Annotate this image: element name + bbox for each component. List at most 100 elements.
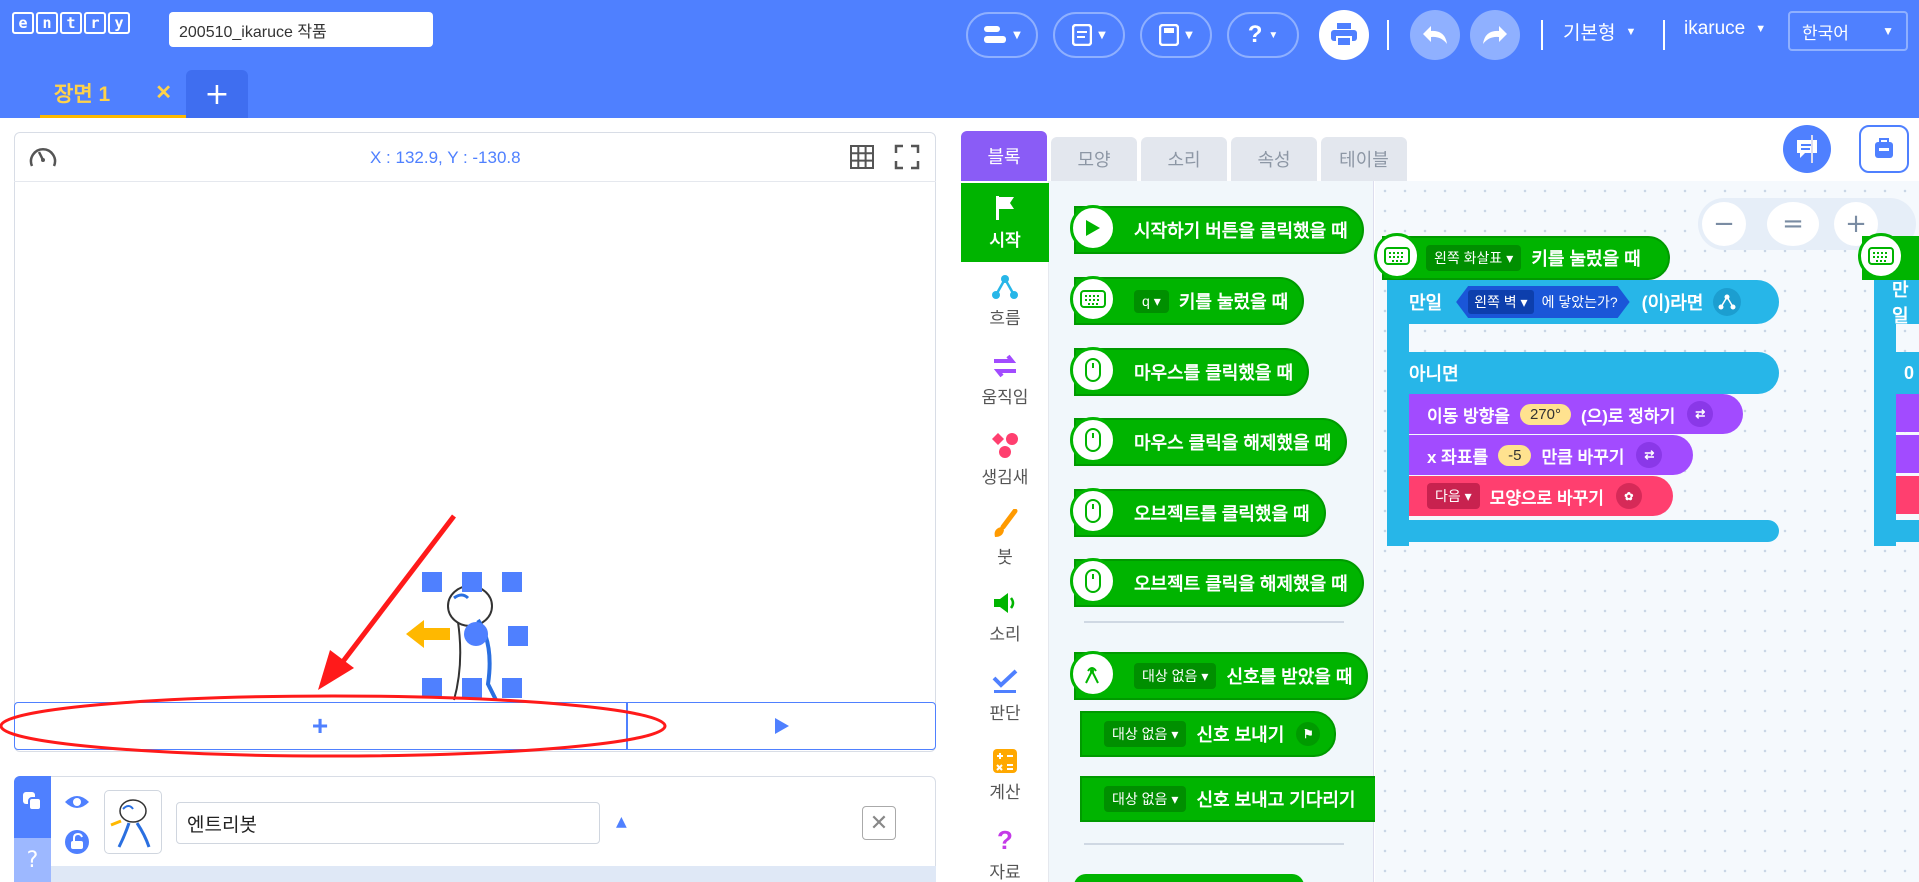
if-else-block[interactable]: 만일 왼쪽 벽 ▾ 에 닿았는가? (이)라면	[1387, 280, 1779, 324]
block-text: 신호 보내고 기다리기	[1196, 790, 1356, 810]
category-calculation[interactable]: 계산	[961, 736, 1049, 815]
signal-dropdown[interactable]: 대상 없음 ▾	[1134, 663, 1217, 689]
key-dropdown[interactable]: q ▾	[1134, 289, 1169, 313]
print-button[interactable]	[1319, 10, 1369, 60]
divider	[1387, 20, 1389, 50]
new-project-button[interactable]: ▼	[966, 12, 1038, 58]
category-looks[interactable]: 생김새	[961, 420, 1049, 499]
arrows-icon: ⇄	[1636, 442, 1663, 468]
if-label: 만일	[1409, 293, 1443, 313]
category-label: 소리	[989, 625, 1021, 644]
object-thumbnail[interactable]	[104, 790, 162, 854]
block-text: 이동 방향을	[1427, 406, 1510, 426]
block-text: 오브젝트를 클릭했을 때	[1134, 504, 1310, 524]
next-shape-block[interactable]: 다음 ▾ 모양으로 바꾸기 ✿	[1409, 476, 1673, 516]
second-else-section[interactable]: 0	[1874, 352, 1919, 394]
help-icon: ?	[26, 848, 39, 873]
key-dropdown[interactable]: 왼쪽 화살표 ▾	[1426, 245, 1522, 271]
add-scene-button[interactable]: +	[186, 70, 248, 118]
block-text: x 좌표를	[1427, 447, 1489, 467]
help-menu-button[interactable]: ? ▼	[1227, 12, 1299, 58]
set-direction-block[interactable]: 이동 방향을 270° (으)로 정하기 ⇄	[1409, 394, 1743, 434]
second-purple-block[interactable]	[1896, 394, 1919, 432]
second-if-block[interactable]: 만일	[1874, 280, 1919, 326]
speed-gauge-icon[interactable]	[28, 144, 58, 172]
backpack-icon	[1875, 138, 1893, 158]
delete-object-button[interactable]: ✕	[862, 806, 896, 840]
else-section[interactable]: 아니면	[1387, 352, 1779, 394]
block-text: 마우스 클릭을 해제했을 때	[1134, 433, 1332, 453]
tab-shapes[interactable]: 모양	[1051, 137, 1137, 181]
change-x-block[interactable]: x 좌표를 -5 만큼 바꾸기 ⇄	[1409, 435, 1693, 475]
category-brush[interactable]: 붓	[961, 499, 1049, 578]
wall-dropdown[interactable]: 왼쪽 벽 ▾	[1468, 290, 1533, 314]
script-when-key-pressed[interactable]: 왼쪽 화살표 ▾ 키를 눌렀을 때	[1382, 236, 1670, 280]
direction-value[interactable]: 270°	[1519, 403, 1571, 425]
help-tab[interactable]: ?	[14, 838, 51, 882]
file-menu-button[interactable]: ▼	[1053, 12, 1125, 58]
save-menu-button[interactable]: ▼	[1140, 12, 1212, 58]
object-name-input[interactable]: 엔트리봇	[176, 802, 600, 844]
signal-dropdown[interactable]: 대상 없음 ▾	[1104, 786, 1187, 812]
mouse-icon	[1070, 558, 1116, 604]
dropdown-value: 다음	[1435, 488, 1461, 504]
category-start[interactable]: 시작	[961, 183, 1049, 262]
second-red-block[interactable]	[1896, 476, 1919, 514]
dropdown-value: 왼쪽 화살표	[1434, 250, 1503, 266]
category-data[interactable]: ? 자료	[961, 815, 1049, 882]
tab-properties[interactable]: 속성	[1231, 137, 1317, 181]
block-when-start-clicked[interactable]: 시작하기 버튼을 클릭했을 때	[1074, 206, 1364, 254]
help-icon: ?	[1247, 21, 1263, 48]
block-send-signal[interactable]: 대상 없음 ▾ 신호 보내기 ⚑	[1080, 711, 1337, 757]
category-motion[interactable]: 움직임	[961, 341, 1049, 420]
shape-dropdown[interactable]: 다음 ▾	[1427, 483, 1480, 509]
zoom-reset-button[interactable]: =	[1767, 202, 1819, 246]
redo-button[interactable]	[1470, 10, 1520, 60]
tab-blocks[interactable]: 블록	[961, 131, 1047, 181]
chevron-down-icon: ▼	[1625, 25, 1637, 38]
category-label: 자료	[989, 863, 1021, 882]
language-select[interactable]: 한국어 ▼	[1788, 11, 1908, 51]
block-when-object-released[interactable]: 오브젝트 클릭을 해제했을 때	[1074, 559, 1364, 607]
user-menu[interactable]: ikaruce ▼	[1684, 18, 1766, 40]
collapse-up-icon[interactable]: ▲	[616, 814, 627, 830]
scene-tab[interactable]: 장면 1 ✕	[40, 70, 186, 118]
category-label: 시작	[989, 231, 1021, 250]
tab-sounds[interactable]: 소리	[1141, 137, 1227, 181]
close-icon: ✕	[869, 810, 889, 836]
backpack-button[interactable]	[1859, 125, 1909, 173]
x-change-value[interactable]: -5	[1498, 444, 1532, 466]
minus-icon: −	[1713, 209, 1735, 239]
annotation-overlay	[0, 514, 667, 758]
category-label: 붓	[997, 548, 1013, 567]
entrybot-thumbnail-icon	[110, 799, 151, 848]
eye-icon[interactable]	[64, 792, 90, 812]
keyboard-icon	[1374, 233, 1420, 279]
mode-selector[interactable]: 기본형 ▼	[1563, 18, 1636, 45]
block-send-signal-and-wait[interactable]: 대상 없음 ▾ 신호 보내고 기다리기	[1080, 776, 1380, 822]
grid-icon[interactable]	[849, 144, 875, 170]
unlock-icon[interactable]	[64, 830, 90, 854]
comment-button[interactable]	[1783, 125, 1831, 173]
category-judgement[interactable]: 판단	[961, 657, 1049, 736]
project-title-input[interactable]	[169, 12, 433, 47]
category-flow[interactable]: 흐름	[961, 262, 1049, 341]
signal-dropdown[interactable]: 대상 없음 ▾	[1104, 721, 1187, 747]
divider	[1811, 135, 1813, 163]
tab-tables[interactable]: 테이블	[1321, 137, 1407, 181]
zoom-out-button[interactable]: −	[1702, 202, 1746, 246]
palette-next-block[interactable]	[1074, 874, 1304, 882]
close-icon[interactable]: ✕	[155, 80, 172, 105]
block-text: 만큼 바꾸기	[1541, 447, 1625, 467]
undo-button[interactable]	[1410, 10, 1460, 60]
fullscreen-icon[interactable]	[894, 144, 920, 170]
equals-icon: =	[1782, 209, 1804, 239]
touching-condition[interactable]: 왼쪽 벽 ▾ 에 닿았는가?	[1456, 286, 1630, 318]
arrows-icon	[993, 354, 1017, 378]
check-icon	[992, 669, 1018, 693]
category-sound[interactable]: 소리	[961, 578, 1049, 657]
entry-logo[interactable]: e n t r y	[12, 12, 130, 34]
mouse-icon	[1070, 488, 1116, 534]
second-purple-block[interactable]	[1896, 435, 1919, 473]
block-when-signal-received[interactable]: 대상 없음 ▾ 신호를 받았을 때	[1074, 652, 1369, 700]
